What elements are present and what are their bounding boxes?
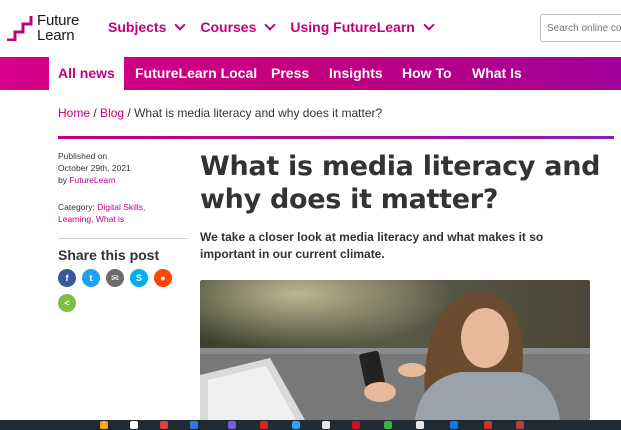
taskbar-app-icon[interactable]	[160, 421, 168, 429]
category-what-is[interactable]: What is	[96, 214, 124, 224]
tab-futurelearn-local[interactable]: FutureLearn Local	[135, 57, 257, 90]
header-divider	[58, 136, 614, 139]
taskbar-app-icon[interactable]	[484, 421, 492, 429]
author-link[interactable]: FutureLearn	[69, 175, 115, 185]
taskbar-app-icon[interactable]	[416, 421, 424, 429]
logo-text-line2: Learn	[37, 27, 75, 44]
category-digital-skills[interactable]: Digital Skills,	[97, 202, 145, 212]
email-icon[interactable]: ✉	[106, 269, 124, 287]
facebook-icon[interactable]: f	[58, 269, 76, 287]
nav-subjects-label: Subjects	[108, 19, 167, 35]
futurelearn-logo[interactable]: Future Learn	[7, 13, 87, 45]
nav-subjects[interactable]: Subjects	[108, 18, 187, 35]
taskbar-app-icon[interactable]	[228, 421, 236, 429]
taskbar-app-icon[interactable]	[190, 421, 198, 429]
os-taskbar	[0, 420, 621, 430]
nav-using-label: Using FutureLearn	[290, 19, 415, 35]
nav-courses-label: Courses	[200, 19, 257, 35]
breadcrumb-blog[interactable]: Blog	[100, 106, 124, 120]
category-line: Category: Digital Skills, Learning, What…	[58, 201, 188, 225]
blog-subnav: All news FutureLearn Local Press Insight…	[0, 57, 621, 90]
taskbar-app-icon[interactable]	[292, 421, 300, 429]
nav-using-futurelearn[interactable]: Using FutureLearn	[290, 18, 435, 35]
taskbar-app-icon[interactable]	[100, 421, 108, 429]
site-header: Future Learn Subjects Courses Using Futu…	[0, 0, 621, 57]
breadcrumb-separator: /	[90, 106, 101, 120]
skype-icon[interactable]: S	[130, 269, 148, 287]
twitter-icon[interactable]: t	[82, 269, 100, 287]
article-title: What is media literacy and why does it m…	[200, 151, 601, 215]
chevron-down-icon	[423, 18, 435, 31]
breadcrumb-home[interactable]: Home	[58, 106, 90, 120]
logo-text-line1: Future	[37, 12, 80, 29]
by-label: by	[58, 175, 70, 185]
category-label: Category:	[58, 202, 98, 212]
reddit-icon[interactable]: ●	[154, 269, 172, 287]
published-date: October 29th, 2021	[58, 163, 131, 173]
main-nav: Subjects Courses Using FutureLearn	[108, 18, 435, 35]
tab-insights[interactable]: Insights	[329, 57, 383, 90]
share-title: Share this post	[58, 247, 160, 263]
nav-courses[interactable]: Courses	[200, 18, 277, 35]
taskbar-app-icon[interactable]	[260, 421, 268, 429]
breadcrumb-current: What is media literacy and why does it m…	[134, 106, 383, 120]
breadcrumb-separator: /	[124, 106, 135, 120]
taskbar-app-icon[interactable]	[322, 421, 330, 429]
logo-steps-icon	[7, 16, 33, 41]
breadcrumb: Home / Blog / What is media literacy and…	[58, 106, 382, 120]
meta-divider	[58, 238, 188, 239]
chevron-down-icon	[264, 18, 277, 31]
taskbar-app-icon[interactable]	[516, 421, 524, 429]
article-lede: We take a closer look at media literacy …	[200, 230, 544, 261]
category-learning[interactable]: Learning,	[58, 214, 93, 224]
chevron-down-icon	[174, 18, 187, 31]
share-icon[interactable]: <	[58, 294, 76, 312]
taskbar-app-icon[interactable]	[384, 421, 392, 429]
tab-how-to[interactable]: How To	[402, 57, 452, 90]
tab-what-is[interactable]: What Is	[472, 57, 522, 90]
taskbar-app-icon[interactable]	[352, 421, 360, 429]
tab-all-news[interactable]: All news	[49, 57, 124, 90]
search-input[interactable]	[540, 14, 621, 42]
tab-press[interactable]: Press	[271, 57, 309, 90]
published-label: Published on	[58, 151, 108, 161]
hero-image	[200, 280, 590, 420]
taskbar-app-icon[interactable]	[450, 421, 458, 429]
author-line: by FutureLearn	[58, 174, 188, 186]
taskbar-app-icon[interactable]	[130, 421, 138, 429]
post-meta: Published on October 29th, 2021 by Futur…	[58, 150, 188, 225]
